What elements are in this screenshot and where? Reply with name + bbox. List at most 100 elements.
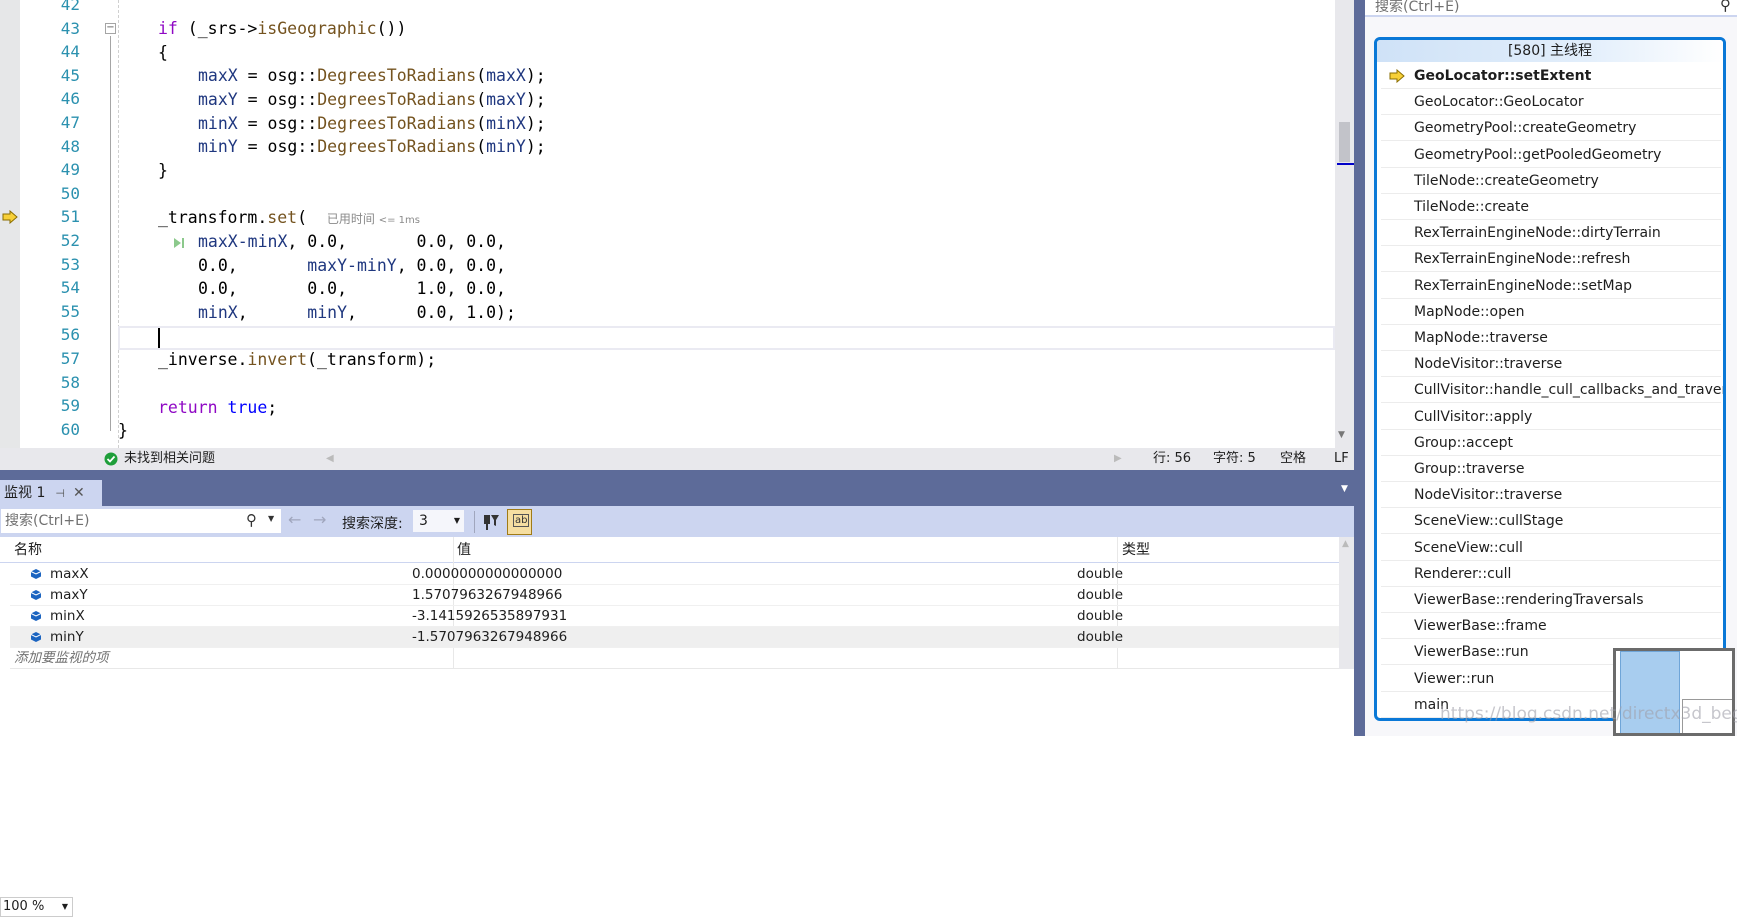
code-line-47: minX = osg::DegreesToRadians(minX); (198, 112, 546, 136)
perf-tip-value: <= 1ms (378, 215, 420, 226)
panel-splitter[interactable] (1354, 0, 1365, 736)
search-placeholder: 搜索(Ctrl+E) (5, 513, 90, 529)
watch-value[interactable]: -1.5707963267948966 (412, 627, 567, 648)
chevron-down-icon[interactable]: ▼ (268, 514, 274, 523)
stack-frame[interactable]: SceneView::cullStage (1381, 508, 1721, 535)
stack-frame[interactable]: NodeVisitor::traverse (1381, 351, 1721, 378)
code-token: ); (525, 66, 546, 85)
perf-tip[interactable]: 已用时间 <= 1ms (327, 212, 420, 226)
issues-status[interactable]: 未找到相关问题 (124, 448, 215, 470)
column-header-name[interactable]: 名称 (14, 537, 42, 563)
current-frame-arrow-icon (1389, 69, 1405, 83)
column-header-value[interactable]: 值 (457, 537, 471, 563)
line-number: 53 (60, 254, 80, 274)
check-circle-icon (104, 452, 118, 466)
pin-filter-icon[interactable] (482, 512, 500, 532)
stack-frame[interactable]: MapNode::open (1381, 299, 1721, 325)
parallel-stacks-node[interactable]: [580] 主线程 GeoLocator::setExtent GeoLocato… (1374, 37, 1726, 721)
stack-frame[interactable]: CullVisitor::apply (1381, 404, 1721, 430)
watch-type: double (1077, 629, 1124, 645)
code-line-55: minX, minY, 0.0, 1.0); (198, 301, 516, 325)
current-line-highlight (118, 326, 1335, 350)
watch-search-input[interactable]: 搜索(Ctrl+E) (0, 508, 282, 534)
editor-scrollbar-thumb[interactable] (1339, 122, 1350, 162)
eol-indicator[interactable]: LF (1334, 448, 1349, 470)
watch-row[interactable]: minX -3.1415926535897931 double (10, 606, 1339, 627)
stack-frame[interactable]: CullVisitor::handle_cull_callbacks_and_t… (1381, 377, 1723, 404)
stack-frame[interactable]: ViewerBase::renderingTraversals (1381, 587, 1721, 613)
watch-row[interactable]: maxX 0.0000000000000000 double (10, 564, 1339, 585)
code-line-43: if (_srs->isGeographic()) (158, 17, 406, 41)
add-watch-row[interactable]: 添加要监视的项 (10, 648, 1339, 669)
search-icon[interactable]: ⚲ (246, 511, 257, 529)
code-token: , 0.0, 1.0); (347, 303, 516, 322)
watch-row[interactable]: maxY 1.5707963267948966 double (10, 585, 1339, 606)
stack-frame[interactable]: RexTerrainEngineNode::dirtyTerrain (1381, 220, 1721, 247)
window-menu-icon[interactable]: ▼ (1341, 484, 1348, 494)
close-icon[interactable]: ✕ (73, 485, 85, 501)
back-arrow-icon[interactable]: ← (288, 510, 301, 529)
scroll-right-icon[interactable]: ▶ (1114, 448, 1122, 470)
hex-display-toggle[interactable]: ab (507, 509, 532, 535)
search-depth-dropdown[interactable]: 3 ▼ (412, 509, 465, 533)
stack-frame[interactable]: GeometryPool::createGeometry (1381, 115, 1721, 142)
line-indicator[interactable]: 行: 56 (1153, 448, 1191, 470)
keyword: return (158, 398, 218, 417)
stack-frame[interactable]: TileNode::create (1381, 194, 1721, 220)
scroll-down-icon[interactable]: ▼ (1338, 430, 1345, 440)
run-to-click-icon[interactable] (172, 236, 186, 250)
code-line-60: } (118, 421, 128, 440)
frame-label: Group::traverse (1414, 461, 1525, 477)
stack-frame[interactable]: GeoLocator::setExtent (1381, 63, 1721, 89)
breakpoint-gutter[interactable] (0, 0, 20, 448)
stack-frame[interactable]: MapNode::traverse (1381, 325, 1721, 351)
thread-header: [580] 主线程 (1377, 40, 1723, 62)
var: maxY (486, 90, 526, 109)
stack-frame[interactable]: SceneView::cull (1381, 535, 1721, 561)
stack-frame[interactable]: Renderer::cull (1381, 561, 1721, 587)
watch-scrollbar[interactable]: ▲ (1339, 537, 1354, 669)
var: minX (198, 303, 238, 322)
tab-watch-1[interactable]: 监视 1 ⊣ ✕ (0, 480, 102, 506)
var: maxX (486, 66, 526, 85)
code-token: ()) (376, 19, 407, 38)
indent-indicator[interactable]: 空格 (1280, 448, 1306, 470)
stack-frame[interactable]: RexTerrainEngineNode::refresh (1381, 246, 1721, 273)
stack-frame[interactable]: ViewerBase::frame (1381, 613, 1721, 640)
forward-arrow-icon[interactable]: → (313, 510, 326, 529)
code-editor[interactable]: − 42 43 44 45 46 47 48 49 50 51 52 53 54 55 56 57 58 59 60… (0, 0, 1354, 448)
zoom-dropdown[interactable]: 100 % ▼ (0, 897, 73, 917)
code-token: ( (476, 66, 487, 85)
column-header-type[interactable]: 类型 (1122, 537, 1150, 563)
collapse-icon[interactable]: − (105, 23, 116, 34)
frame-label: RexTerrainEngineNode::setMap (1414, 277, 1633, 294)
watch-value[interactable]: 0.0000000000000000 (412, 564, 562, 585)
stack-frame[interactable]: Group::traverse (1381, 456, 1721, 482)
frame-label: TileNode::create (1414, 199, 1529, 215)
stack-frame[interactable]: Group::accept (1381, 430, 1721, 456)
frame-label: MapNode::open (1414, 303, 1525, 320)
watch-row[interactable]: minY -1.5707963267948966 double (10, 627, 1339, 648)
code-line-52: maxX-minX, 0.0, 0.0, 0.0, (198, 230, 506, 254)
stack-frame[interactable]: NodeVisitor::traverse (1381, 482, 1721, 509)
call-stack-search-input[interactable]: 搜索(Ctrl+E) ⚲ (1365, 0, 1737, 17)
stack-frame[interactable]: GeometryPool::getPooledGeometry (1381, 142, 1721, 168)
stack-frame[interactable]: TileNode::createGeometry (1381, 168, 1721, 194)
watch-value[interactable]: -3.1415926535897931 (412, 606, 567, 627)
pin-icon[interactable]: ⊣ (55, 487, 65, 500)
watermark: https://blog.csdn.net/directx3d_beg (1440, 704, 1737, 724)
editor-scrollbar[interactable] (1335, 0, 1354, 448)
watch-type: double (1077, 587, 1124, 603)
code-token: ); (525, 114, 546, 133)
scroll-up-icon[interactable]: ▲ (1342, 539, 1349, 549)
line-number: 51 (60, 207, 80, 227)
scroll-left-icon[interactable]: ◀ (326, 448, 334, 470)
line-number: 50 (60, 183, 80, 203)
watch-window-header (0, 470, 1354, 506)
stack-frame[interactable]: RexTerrainEngineNode::setMap (1381, 273, 1721, 299)
stack-frame[interactable]: GeoLocator::GeoLocator (1381, 89, 1721, 116)
search-depth-value: 3 (419, 513, 428, 529)
search-icon[interactable]: ⚲ (1720, 0, 1731, 13)
watch-value[interactable]: 1.5707963267948966 (412, 585, 562, 606)
char-indicator[interactable]: 字符: 5 (1213, 448, 1256, 470)
